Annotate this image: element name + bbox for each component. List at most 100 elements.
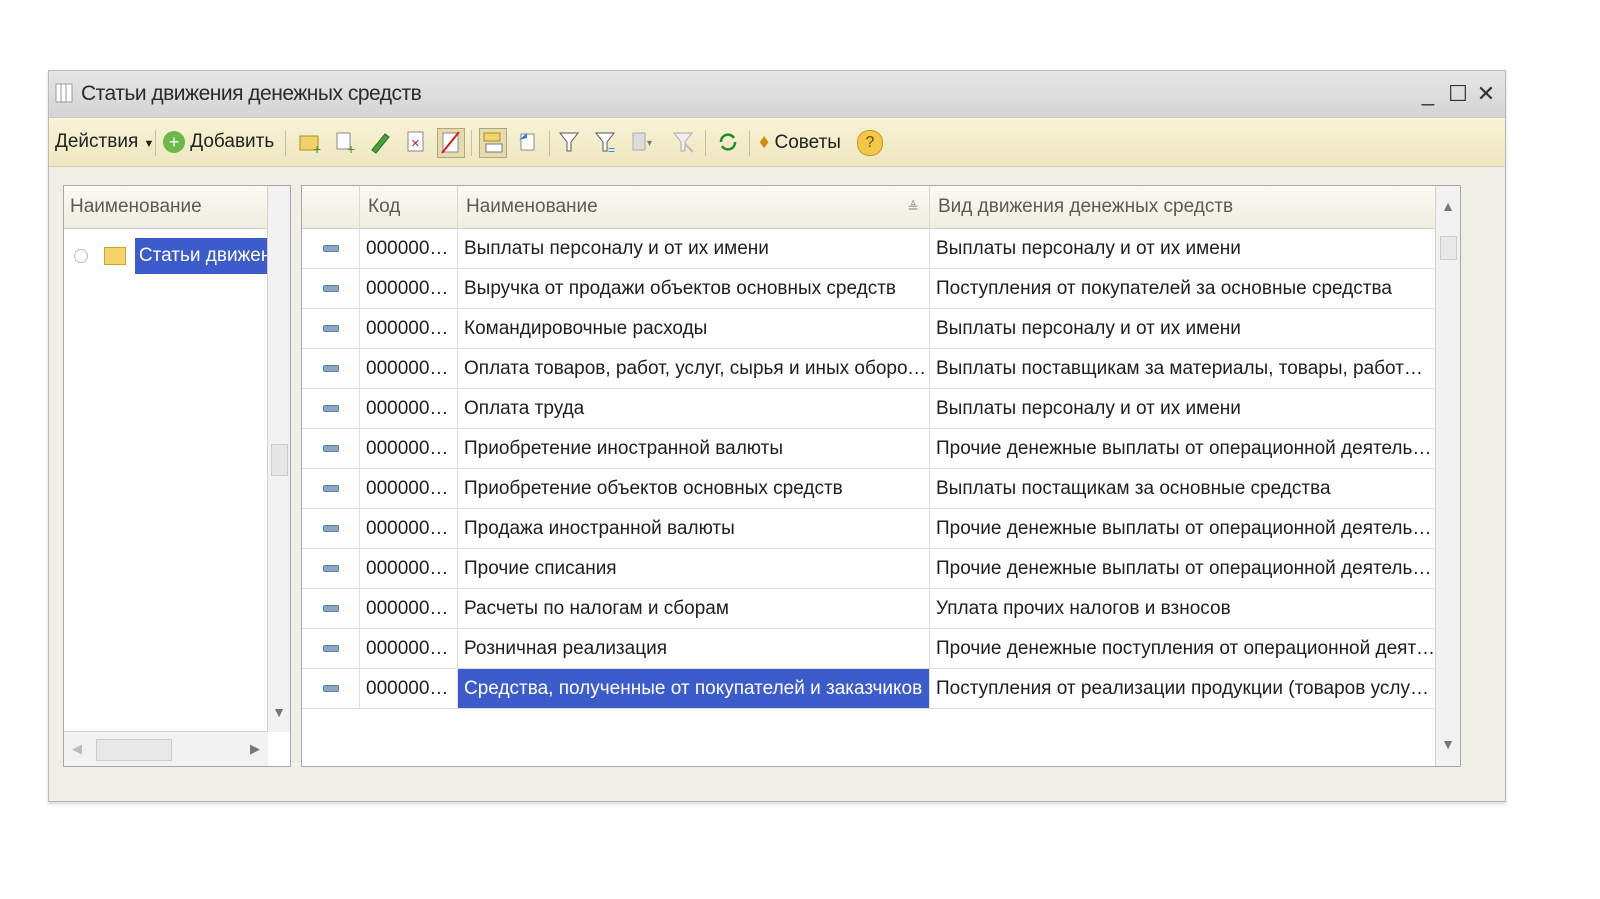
svg-text:+: + (347, 141, 355, 156)
column-header-name[interactable]: Наименование ≜ (458, 186, 930, 228)
window-title: Статьи движения денежных средств (81, 82, 422, 105)
table-row[interactable]: 000000012 Продажа иностранной валюты Прочи… (302, 509, 1436, 549)
cell-code: 000000010 (360, 309, 458, 348)
tree-item-root[interactable]: Статьи движения (74, 238, 269, 274)
cell-name: Продажа иностранной валюты (458, 509, 930, 548)
add-label: Добавить (190, 131, 275, 152)
tips-label: Советы (774, 132, 841, 153)
table-vertical-scrollbar[interactable]: ▲ ▼ (1435, 186, 1460, 766)
element-dash-icon (322, 485, 339, 493)
clear-filter-icon[interactable] (671, 128, 697, 156)
tips-button[interactable]: ♦ Советы (759, 128, 841, 156)
cell-name: Расчеты по налогам и сборам (458, 589, 930, 628)
table-row[interactable]: 000000001 Выручка от продажи объектов осн… (302, 269, 1436, 309)
help-icon[interactable]: ? (857, 130, 883, 156)
tree-header[interactable]: Наименование ▲ (64, 186, 290, 229)
cell-code: 000000001 (360, 269, 458, 308)
mark-deletion-icon[interactable] (437, 128, 465, 158)
sort-ascending-icon: ≜ (907, 199, 919, 215)
filter-by-value-icon[interactable]: = (593, 128, 619, 156)
table-icon (55, 83, 73, 103)
scroll-down-icon[interactable]: ▼ (268, 704, 290, 720)
refresh-icon[interactable] (715, 128, 741, 156)
svg-text:+: + (313, 141, 321, 156)
cell-code: 000000012 (360, 509, 458, 548)
row-element-icon (302, 429, 360, 468)
element-dash-icon (322, 605, 339, 613)
folder-icon (104, 247, 127, 265)
table-row[interactable]: 000000008 Прочие списания Прочие денежные … (302, 549, 1436, 589)
cell-name: Розничная реализация (458, 629, 930, 668)
element-dash-icon (322, 285, 339, 293)
cell-code: 000000004 (360, 469, 458, 508)
row-element-icon (302, 349, 360, 388)
cell-type: Выплаты персоналу и от их имени (930, 309, 1436, 348)
element-dash-icon (322, 445, 339, 453)
toolbar: Действия ▼ + Добавить + + × = ▾ ♦ Советы… (49, 118, 1505, 167)
table-row[interactable]: 000000002 Оплата товаров, работ, услуг, с… (302, 349, 1436, 389)
cell-name: Оплата товаров, работ, услуг, сырья и ин… (458, 349, 930, 388)
tree-item-label: Статьи движения (134, 238, 269, 274)
row-element-icon (302, 309, 360, 348)
maximize-button[interactable]: ☐ (1445, 81, 1471, 107)
tree-horizontal-scrollbar[interactable]: ◀ ▶ (64, 731, 268, 766)
element-dash-icon (322, 685, 339, 693)
scroll-up-icon[interactable]: ▲ (1436, 198, 1460, 214)
edit-pencil-icon[interactable] (367, 128, 393, 156)
column-header-name-label: Наименование (466, 196, 598, 217)
element-dash-icon (322, 245, 339, 253)
cell-type: Уплата прочих налогов и взносов (930, 589, 1436, 628)
scroll-left-icon[interactable]: ◀ (72, 741, 82, 757)
actions-menu[interactable]: Действия ▼ (55, 128, 154, 156)
scroll-down-icon[interactable]: ▼ (1436, 736, 1460, 752)
tips-icon: ♦ (759, 131, 770, 153)
column-header-code[interactable]: Код (360, 186, 458, 228)
minimize-button[interactable]: _ (1415, 81, 1441, 107)
move-to-group-icon[interactable] (515, 128, 541, 156)
add-button[interactable]: + Добавить (163, 128, 274, 156)
cell-type: Поступления от реализации продукции (тов… (930, 669, 1436, 708)
filter-history-icon[interactable]: ▾ (629, 128, 655, 156)
groups-tree-panel: Наименование ▲ Статьи движения ▼ ◀ ▶ (63, 185, 291, 767)
tree-vertical-scrollbar[interactable]: ▼ (267, 186, 290, 732)
cell-name: Оплата труда (458, 389, 930, 428)
element-dash-icon (322, 645, 339, 653)
cell-type: Выплаты поставщикам за материалы, товары… (930, 349, 1436, 388)
table-row[interactable]: 000000010 Командировочные расходы Выплаты … (302, 309, 1436, 349)
table-row[interactable]: 000000007 Выплаты персоналу и от их имени… (302, 229, 1436, 269)
items-table: Код Наименование ≜ Вид движения денежных… (301, 185, 1461, 767)
actions-label: Действия (55, 131, 139, 152)
copy-icon[interactable]: + (333, 128, 359, 156)
table-row[interactable]: 000000011 Розничная реализация Прочие дене… (302, 629, 1436, 669)
table-header: Код Наименование ≜ Вид движения денежных… (302, 186, 1436, 229)
tree-header-label: Наименование (70, 196, 202, 217)
table-row[interactable]: 000000004 Приобретение объектов основных … (302, 469, 1436, 509)
column-header-type[interactable]: Вид движения денежных средств (930, 186, 1436, 228)
row-element-icon (302, 549, 360, 588)
table-row[interactable]: 000000003 Оплата труда Выплаты персоналу и… (302, 389, 1436, 429)
cell-type: Выплаты персоналу и от их имени (930, 229, 1436, 268)
table-row[interactable]: 000000005 Расчеты по налогам и сборам Упла… (302, 589, 1436, 629)
element-dash-icon (322, 405, 339, 413)
row-element-icon (302, 269, 360, 308)
cell-type: Прочие денежные поступления от операцион… (930, 629, 1436, 668)
create-folder-icon[interactable]: + (297, 128, 323, 156)
element-dash-icon (322, 565, 339, 573)
scroll-right-icon[interactable]: ▶ (250, 741, 260, 757)
delete-icon[interactable]: × (403, 128, 429, 156)
hierarchy-view-icon[interactable] (479, 128, 507, 158)
element-dash-icon (322, 325, 339, 333)
table-row[interactable]: 000000009 Приобретение иностранной валюты… (302, 429, 1436, 469)
close-button[interactable]: ✕ (1473, 81, 1499, 107)
cell-code: 000000007 (360, 229, 458, 268)
row-element-icon (302, 469, 360, 508)
plus-icon: + (163, 130, 185, 153)
title-bar: Статьи движения денежных средств _ ☐ ✕ (49, 71, 1505, 118)
table-row[interactable]: 000000006 Средства, полученные от покупат… (302, 669, 1436, 709)
filter-icon[interactable] (557, 128, 583, 156)
column-header-icon[interactable] (302, 186, 360, 228)
cell-type: Прочие денежные выплаты от операционной … (930, 429, 1436, 468)
cell-type: Прочие денежные выплаты от операционной … (930, 549, 1436, 588)
cell-type: Поступления от покупателей за основные с… (930, 269, 1436, 308)
cell-name: Выручка от продажи объектов основных сре… (458, 269, 930, 308)
